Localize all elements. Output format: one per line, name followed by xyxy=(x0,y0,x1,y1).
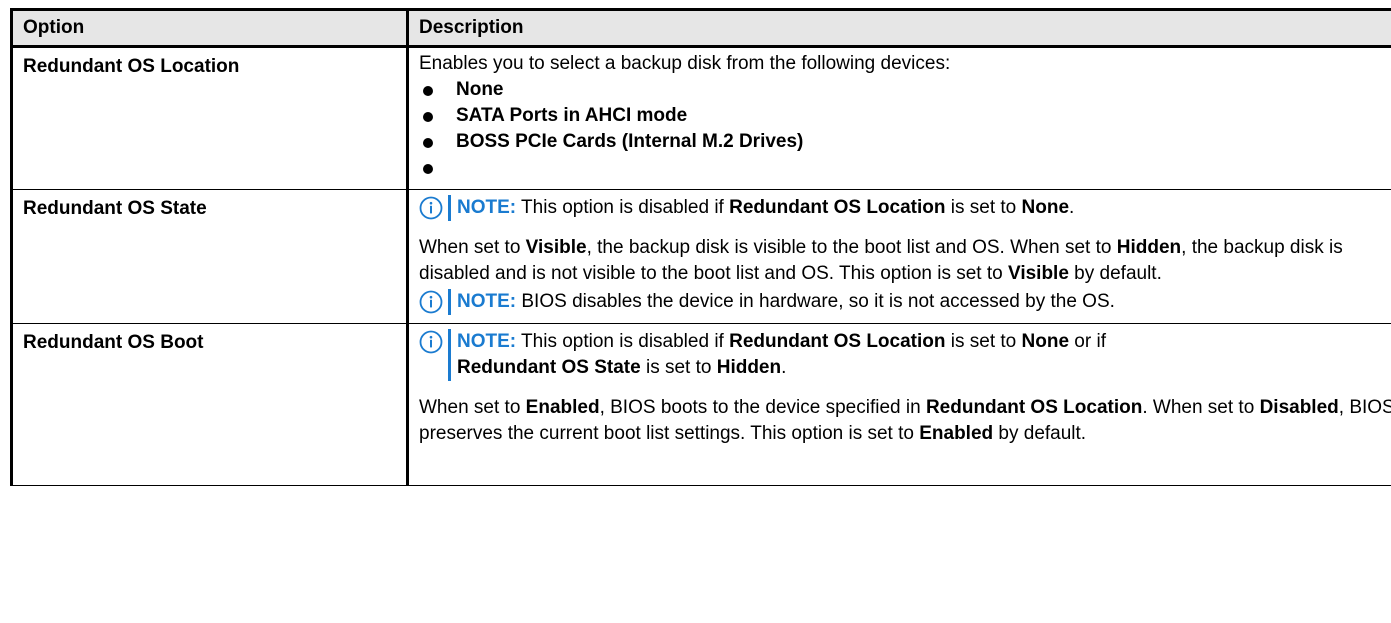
info-circle-icon xyxy=(419,290,443,314)
option-description: NOTE: This option is disabled if Redunda… xyxy=(407,323,1391,486)
list-item: BOSS PCIe Cards (Internal M.2 Drives) xyxy=(419,129,1391,155)
table-header-row: Option Description xyxy=(10,8,1391,48)
description-text: When set to Visible, the backup disk is … xyxy=(419,237,1343,284)
description-text: When set to Enabled, BIOS boots to the d… xyxy=(419,397,1391,444)
bullet-icon xyxy=(423,164,433,174)
note-text: NOTE: BIOS disables the device in hardwa… xyxy=(448,289,1115,315)
bullet-icon xyxy=(423,86,433,96)
note-text: NOTE: This option is disabled if Redunda… xyxy=(448,195,1074,221)
option-description: Enables you to select a backup disk from… xyxy=(407,46,1391,190)
option-description: NOTE: This option is disabled if Redunda… xyxy=(407,189,1391,324)
bullet-icon xyxy=(423,112,433,122)
description-text: Enables you to select a backup disk from… xyxy=(419,53,951,74)
header-description: Description xyxy=(407,8,1391,48)
table-row: Redundant OS Location Enables you to sel… xyxy=(10,46,1391,190)
list-item: SATA Ports in AHCI mode xyxy=(419,103,1391,129)
option-name: Redundant OS State xyxy=(10,189,409,324)
device-list: None SATA Ports in AHCI mode BOSS PCIe C… xyxy=(419,77,1391,181)
option-name: Redundant OS Boot xyxy=(10,323,409,486)
info-circle-icon xyxy=(419,196,443,220)
list-item xyxy=(419,155,1391,181)
option-name: Redundant OS Location xyxy=(10,46,409,190)
table-row: Redundant OS State NOTE: This option is … xyxy=(10,189,1391,324)
note-block: NOTE: BIOS disables the device in hardwa… xyxy=(419,289,1391,315)
list-item: None xyxy=(419,77,1391,103)
header-option: Option xyxy=(10,8,409,48)
table-row: Redundant OS Boot NOTE: This option is d… xyxy=(10,323,1391,486)
bullet-icon xyxy=(423,138,433,148)
options-table: Option Description Redundant OS Location… xyxy=(10,8,1391,486)
note-block: NOTE: This option is disabled if Redunda… xyxy=(419,329,1391,381)
info-circle-icon xyxy=(419,330,443,354)
note-text: NOTE: This option is disabled if Redunda… xyxy=(448,329,1106,381)
note-block: NOTE: This option is disabled if Redunda… xyxy=(419,195,1391,221)
